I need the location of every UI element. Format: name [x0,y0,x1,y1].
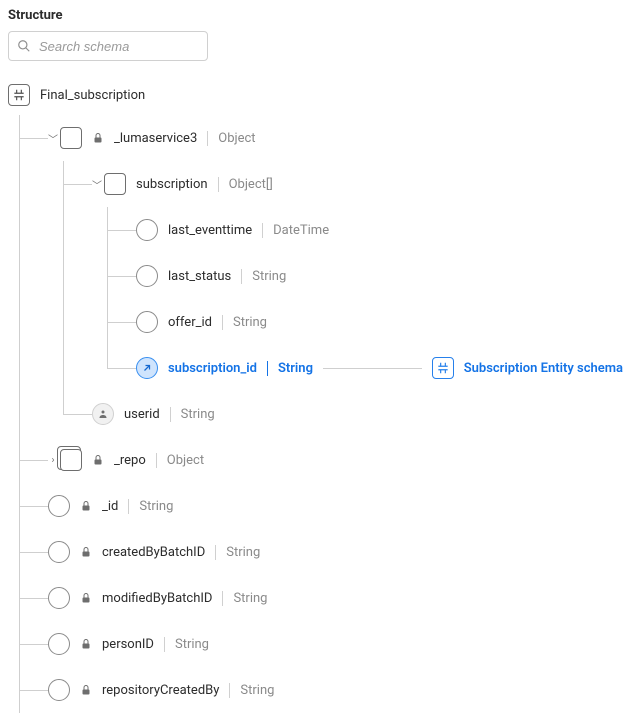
field-type: String [215,545,260,560]
tree-row-repositorycreatedby[interactable]: repositoryCreatedBy String [8,667,623,713]
field-circle-icon [136,311,158,333]
lock-icon [80,592,94,604]
tree-row-repo[interactable]: › _repo Object [8,437,623,483]
tree-row-last-status[interactable]: last_status String [8,253,623,299]
field-type: String [241,269,286,284]
schema-tree: Final_subscription ﹀ _lumaservice3 Objec… [8,75,623,713]
identity-icon [92,403,114,425]
field-circle-icon [48,495,70,517]
relationship-connector [323,368,422,369]
field-type: String [229,683,274,698]
search-icon [17,39,31,53]
field-type: String [222,591,267,606]
tree-row-offer-id[interactable]: offer_id String [8,299,623,345]
tree-row-id[interactable]: _id String [8,483,623,529]
lock-icon [92,454,106,466]
tree-row-root[interactable]: Final_subscription [8,75,623,115]
field-name: subscription_id [168,361,257,376]
tree-row-subscription-id[interactable]: subscription_id String Subscription Enti… [8,345,623,391]
tree-row-userid[interactable]: userid String [8,391,623,437]
field-name: _lumaservice3 [114,131,197,146]
field-circle-icon [48,587,70,609]
field-name: last_status [168,269,231,284]
field-circle-icon [48,633,70,655]
tree-row-lumaservice[interactable]: ﹀ _lumaservice3 Object [8,115,623,161]
search-field[interactable] [8,31,208,61]
panel-title: Structure [8,8,623,23]
field-type: String [164,637,209,652]
field-name: userid [124,407,160,422]
tree-row-createdbybatchid[interactable]: createdByBatchID String [8,529,623,575]
field-circle-icon [136,265,158,287]
relationship-target-label: Subscription Entity schema [464,361,623,376]
object-node-icon [60,127,82,149]
tree-row-last-eventtime[interactable]: last_eventtime DateTime [8,207,623,253]
field-name: last_eventtime [168,223,252,238]
field-circle-icon [136,219,158,241]
field-type: Object[] [218,177,273,192]
tree-row-modifiedbybatchid[interactable]: modifiedByBatchID String [8,575,623,621]
field-name: repositoryCreatedBy [102,683,219,698]
field-type: DateTime [262,223,329,238]
schema-root-icon [8,84,30,106]
field-type: String [170,407,215,422]
object-array-node-icon [60,449,82,471]
relationship-target[interactable]: Subscription Entity schema [432,357,623,379]
object-node-icon [104,173,126,195]
field-type: Object [207,131,255,146]
tree-row-personid[interactable]: personID String [8,621,623,667]
tree-row-subscription[interactable]: ﹀ subscription Object[] [8,161,623,207]
field-name: modifiedByBatchID [102,591,212,606]
schema-ref-icon [432,357,454,379]
chevron-down-icon[interactable]: ﹀ [92,177,102,192]
field-name: _id [102,499,118,514]
field-name: _repo [114,453,146,468]
field-type: Object [156,453,204,468]
lock-icon [80,546,94,558]
chevron-right-icon[interactable]: › [48,455,58,466]
field-type: String [128,499,173,514]
field-type: String [222,315,267,330]
field-name: offer_id [168,315,212,330]
field-type: String [267,361,313,376]
field-name: personID [102,637,154,652]
relationship-icon [136,357,158,379]
lock-icon [80,638,94,650]
field-circle-icon [48,679,70,701]
lock-icon [92,132,106,144]
lock-icon [80,500,94,512]
chevron-down-icon[interactable]: ﹀ [48,131,58,146]
search-input[interactable] [37,38,219,55]
field-circle-icon [48,541,70,563]
root-name: Final_subscription [40,88,145,103]
field-name: createdByBatchID [102,545,205,560]
field-name: subscription [136,177,208,192]
